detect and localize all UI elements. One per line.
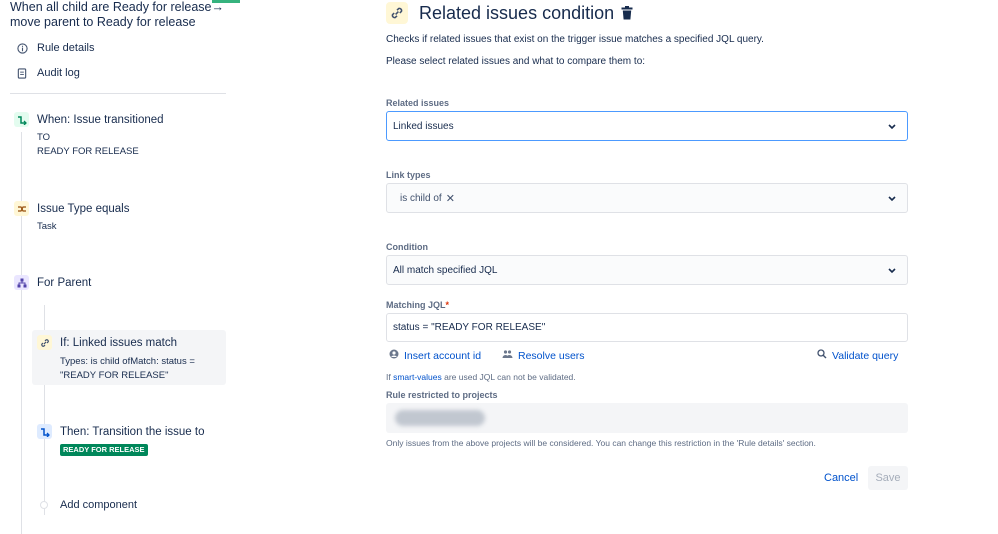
smart-values-hint: If smart-values are used JQL can not be … (386, 372, 576, 382)
trash-icon[interactable] (621, 6, 633, 20)
audit-log-label: Audit log (37, 67, 80, 79)
add-component-button[interactable]: Add component (60, 499, 137, 511)
rule-details-link[interactable]: Rule details (16, 42, 94, 54)
insert-account-id-button[interactable]: Insert account id (389, 349, 481, 362)
related-issues-value: Linked issues (393, 120, 454, 132)
restricted-projects-note: Only issues from the above projects will… (386, 438, 816, 448)
link-type-chip: is child of ✕ (400, 192, 455, 205)
link-icon (37, 335, 52, 350)
hint-suffix: are used JQL can not be validated. (441, 372, 576, 382)
chevron-down-icon (888, 196, 896, 202)
rule-title: When all child are Ready for release→ mo… (10, 0, 224, 29)
redacted-project-chip (395, 410, 485, 426)
hierarchy-icon (14, 275, 29, 290)
validate-query-label: Validate query (832, 349, 899, 362)
shuffle-icon (14, 201, 29, 216)
panel-title: Related issues condition (419, 3, 615, 23)
condition-label: Condition (386, 242, 428, 252)
required-marker: * (445, 300, 450, 310)
people-icon (502, 349, 513, 362)
jql-label: Matching JQL* (386, 300, 449, 310)
link-types-label: Link types (386, 170, 431, 180)
if-sub-match: "READY FOR RELEASE" (60, 370, 169, 381)
panel-description: Checks if related issues that exist on t… (386, 34, 764, 45)
if-title: If: Linked issues match (60, 337, 177, 349)
trigger-to-label: TO (37, 132, 51, 143)
resolve-users-label: Resolve users (518, 349, 585, 362)
smart-values-link[interactable]: smart-values (393, 372, 442, 382)
link-icon (386, 2, 408, 24)
chevron-down-icon (888, 268, 896, 274)
condition-sub: Task (37, 221, 57, 232)
close-icon[interactable]: ✕ (446, 192, 455, 205)
transition-icon (37, 424, 52, 439)
restricted-projects-field (386, 403, 908, 433)
add-component-dot (40, 501, 48, 509)
condition-select[interactable]: All match specified JQL (386, 255, 908, 285)
jql-input[interactable]: status = "READY FOR RELEASE" (386, 313, 908, 342)
status-lozenge: READY FOR RELEASE (60, 444, 148, 456)
link-type-chip-label: is child of (400, 192, 442, 204)
resolve-users-button[interactable]: Resolve users (502, 349, 585, 362)
trigger-transition-icon (14, 112, 29, 127)
panel-instruction: Please select related issues and what to… (386, 56, 646, 67)
document-icon (16, 67, 28, 79)
insert-account-id-label: Insert account id (404, 349, 482, 362)
search-icon (817, 349, 827, 362)
trigger-title[interactable]: When: Issue transitioned (37, 114, 164, 126)
action-title[interactable]: Then: Transition the issue to (60, 426, 204, 438)
related-issues-select[interactable]: Linked issues (386, 111, 908, 141)
rule-details-label: Rule details (37, 42, 95, 54)
restricted-projects-label: Rule restricted to projects (386, 390, 498, 400)
condition-title[interactable]: Issue Type equals (37, 203, 130, 215)
condition-value: All match specified JQL (393, 264, 498, 276)
branch-title[interactable]: For Parent (37, 277, 91, 289)
user-icon (389, 349, 399, 362)
link-types-select[interactable]: is child of ✕ (386, 183, 908, 213)
info-icon (16, 42, 28, 54)
cancel-button[interactable]: Cancel (818, 468, 864, 488)
save-button[interactable]: Save (868, 466, 908, 490)
validate-query-button[interactable]: Validate query (817, 349, 898, 362)
if-sub-types: Types: is child ofMatch: status = (60, 356, 195, 367)
jql-label-text: Matching JQL (386, 300, 446, 310)
chevron-down-icon (888, 124, 896, 130)
audit-log-link[interactable]: Audit log (16, 67, 80, 79)
trigger-status-label: READY FOR RELEASE (37, 146, 139, 157)
timeline-line (21, 132, 22, 534)
nav-divider (10, 93, 226, 94)
related-issues-label: Related issues (386, 98, 450, 108)
